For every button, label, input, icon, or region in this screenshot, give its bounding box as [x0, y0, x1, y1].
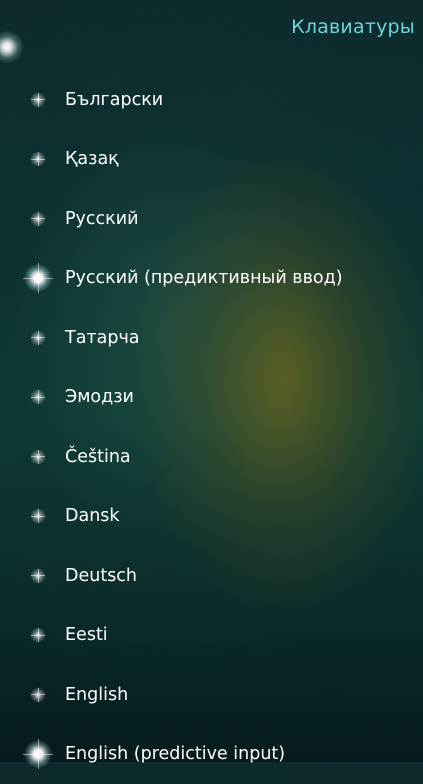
- keyboard-item-label: Эмодзи: [65, 387, 134, 407]
- switch-indicator-icon: [30, 687, 46, 703]
- switch-indicator-icon: [24, 264, 52, 292]
- keyboard-item-emoji[interactable]: Эмодзи: [0, 368, 423, 428]
- keyboard-item-tatar[interactable]: Татарча: [0, 308, 423, 368]
- keyboard-item-czech[interactable]: Čeština: [0, 427, 423, 487]
- keyboard-item-label: Čeština: [65, 447, 131, 467]
- keyboard-item-label: Қазақ: [65, 149, 119, 169]
- keyboard-item-label: Русский: [65, 209, 138, 229]
- keyboard-item-label: Deutsch: [65, 566, 137, 586]
- keyboard-item-label: Dansk: [65, 506, 120, 526]
- keyboard-item-label: English: [65, 685, 128, 705]
- keyboard-item-english[interactable]: English: [0, 665, 423, 725]
- keyboard-item-english-predictive[interactable]: English (predictive input): [0, 725, 423, 784]
- switch-indicator-icon: [24, 740, 52, 768]
- keyboard-list: Български Қазақ Русский Русский (предикт…: [0, 70, 423, 784]
- switch-indicator-icon: [30, 211, 46, 227]
- keyboard-item-bulgarian[interactable]: Български: [0, 70, 423, 130]
- keyboard-item-label: Татарча: [65, 328, 140, 348]
- keyboard-item-russian[interactable]: Русский: [0, 189, 423, 249]
- keyboard-item-russian-predictive[interactable]: Русский (предиктивный ввод): [0, 249, 423, 309]
- keyboard-item-label: Русский (предиктивный ввод): [65, 268, 343, 288]
- switch-indicator-icon: [30, 627, 46, 643]
- keyboard-item-kazakh[interactable]: Қазақ: [0, 130, 423, 190]
- switch-indicator-icon: [30, 568, 46, 584]
- switch-indicator-icon: [30, 92, 46, 108]
- keyboard-item-german[interactable]: Deutsch: [0, 546, 423, 606]
- pulley-indicator-icon: [0, 30, 24, 64]
- keyboard-item-label: Eesti: [65, 625, 108, 645]
- page-title: Клавиатуры: [291, 16, 415, 38]
- keyboard-item-danish[interactable]: Dansk: [0, 487, 423, 547]
- keyboard-item-estonian[interactable]: Eesti: [0, 606, 423, 666]
- keyboard-item-label: Български: [65, 90, 163, 110]
- keyboard-item-label: English (predictive input): [65, 744, 285, 764]
- switch-indicator-icon: [30, 389, 46, 405]
- switch-indicator-icon: [30, 330, 46, 346]
- switch-indicator-icon: [30, 151, 46, 167]
- switch-indicator-icon: [30, 508, 46, 524]
- switch-indicator-icon: [30, 449, 46, 465]
